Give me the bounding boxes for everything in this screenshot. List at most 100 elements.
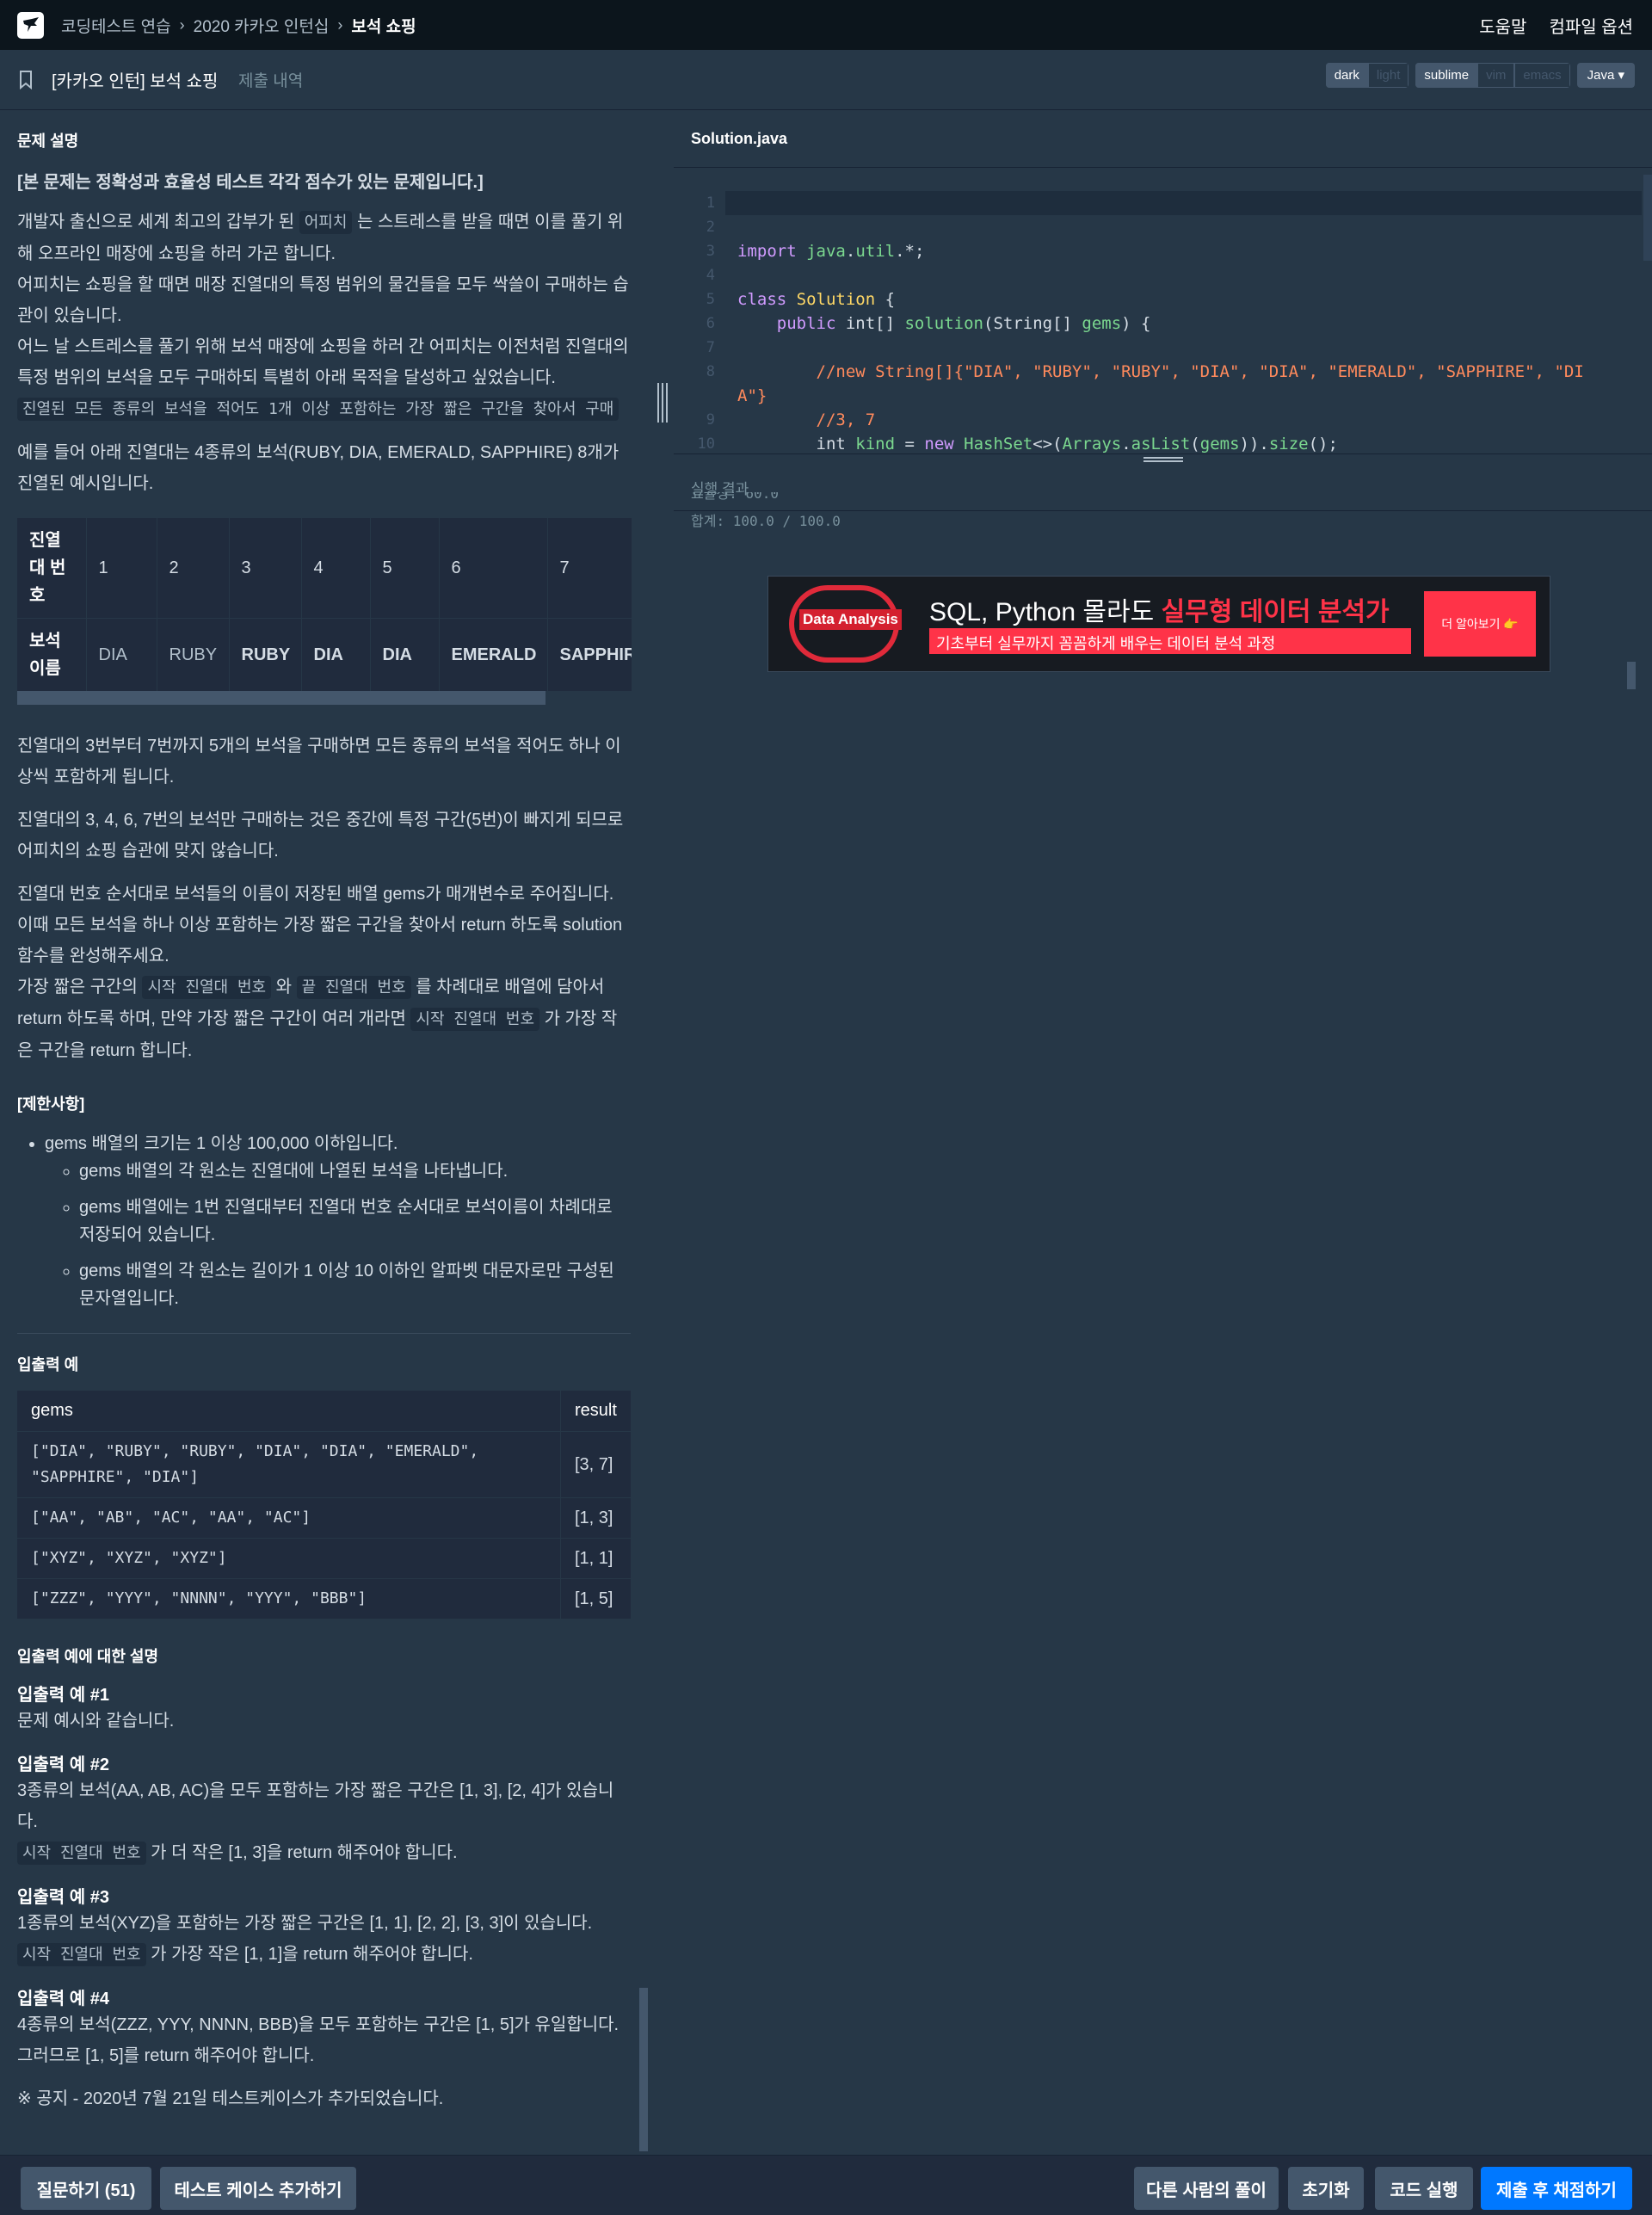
submit-button[interactable]: 제출 후 채점하기 <box>1481 2167 1632 2210</box>
paragraph: 시작 진열대 번호 가 더 작은 [1, 3]을 return 해주어야 합니다… <box>17 1837 631 1869</box>
example-title: 입출력 예 #3 <box>17 1888 109 1907</box>
ask-question-button[interactable]: 질문하기 (51) <box>21 2167 151 2210</box>
problem-scrollbar[interactable] <box>639 1988 648 2151</box>
result-scrollbar[interactable] <box>1627 662 1636 689</box>
keymap-emacs-button[interactable]: emacs <box>1514 63 1570 88</box>
table-row: ["XYZ", "XYZ", "XYZ"] [1, 1] <box>17 1538 632 1579</box>
breadcrumb-item-coding-test[interactable]: 코딩테스트 연습 <box>61 14 171 37</box>
table-row: ["DIA", "RUBY", "RUBY", "DIA", "DIA", "E… <box>17 1431 632 1498</box>
table-header: gems <box>17 1391 561 1432</box>
theme-light-button[interactable]: light <box>1367 63 1409 88</box>
gem-table-wrapper: 진열대 번호 1 2 3 4 5 6 7 보석 이름 DIA RUBY RUBY… <box>17 499 632 691</box>
table-scrollbar[interactable] <box>17 691 546 705</box>
example-title: 입출력 예 #4 <box>17 1990 109 2008</box>
table-row: ["AA", "AB", "AC", "AA", "AC"] [1, 3] <box>17 1497 632 1539</box>
list-item: gems 배열에는 1번 진열대부터 진열대 번호 순서대로 보석이름이 차례대… <box>79 1194 631 1249</box>
table-cell: ["ZZZ", "YYY", "NNNN", "YYY", "BBB"] <box>17 1578 561 1619</box>
breadcrumb-item-kakao-intern[interactable]: 2020 카카오 인턴십 <box>194 14 330 37</box>
io-table: gems result ["DIA", "RUBY", "RUBY", "DIA… <box>17 1391 632 1619</box>
text: 가 가장 작은 [1, 1]을 return 해주어야 합니다. <box>145 1945 473 1964</box>
breadcrumb-item-current: 보석 쇼핑 <box>351 17 416 36</box>
table-header: 보석 이름 <box>17 618 87 691</box>
chevron-right-icon: › <box>337 15 343 34</box>
table-cell: 2 <box>157 518 230 619</box>
editor-panel: Solution.java 1 2 3 import java.util.*; 4… <box>674 110 1652 692</box>
breadcrumb: 코딩테스트 연습 › 2020 카카오 인턴십 › 보석 쇼핑 <box>61 14 416 37</box>
line-number: 5 <box>706 291 715 308</box>
table-cell: 5 <box>370 518 440 619</box>
result-title: 실행 결과 <box>674 463 1652 511</box>
compile-options-link[interactable]: 컴파일 옵션 <box>1549 13 1633 38</box>
table-cell: RUBY <box>157 618 230 691</box>
inline-code: 진열된 모든 종류의 보석을 적어도 1개 이상 포함하는 가장 짧은 구간을 … <box>17 398 620 421</box>
help-link[interactable]: 도움말 <box>1479 13 1526 38</box>
others-solutions-button[interactable]: 다른 사람의 풀이 <box>1134 2167 1279 2210</box>
ad-logo-text: Data Analysis <box>799 609 902 630</box>
tab-problem[interactable]: [카카오 인턴] 보석 쇼핑 <box>52 67 219 114</box>
table-cell: RUBY <box>229 618 302 691</box>
code-editor[interactable]: 1 2 3 import java.util.*; 4 5 class Soluti… <box>674 168 1652 453</box>
inline-code: 끝 진열대 번호 <box>296 976 411 999</box>
add-testcase-button[interactable]: 테스트 케이스 추가하기 <box>160 2167 356 2210</box>
list-item: gems 배열의 각 원소는 길이가 1 이상 10 이하인 알파벳 대문자로만… <box>79 1257 631 1312</box>
programmers-logo[interactable] <box>17 11 44 39</box>
inline-code: 시작 진열대 번호 <box>410 1008 540 1031</box>
keymap-vim-button[interactable]: vim <box>1477 63 1515 88</box>
table-row: 진열대 번호 1 2 3 4 5 6 7 <box>17 518 632 619</box>
table-header: 진열대 번호 <box>17 518 87 619</box>
gem-table: 진열대 번호 1 2 3 4 5 6 7 보석 이름 DIA RUBY RUBY… <box>17 518 632 691</box>
table-cell: 7 <box>547 518 632 619</box>
tab-bar: [카카오 인턴] 보석 쇼핑 제출 내역 dark light sublime … <box>0 50 1652 114</box>
list-item: gems 배열의 각 원소는 진열대에 나열된 보석을 나타냅니다. <box>79 1157 631 1185</box>
table-cell: DIA <box>370 618 440 691</box>
tab-submissions[interactable]: 제출 내역 <box>238 68 303 91</box>
paragraph: 4종류의 보석(ZZZ, YYY, NNNN, BBB)을 모두 포함하는 구간… <box>17 2015 620 2034</box>
result-resize-handle[interactable] <box>674 453 1652 462</box>
caret-down-icon: ▾ <box>1618 68 1624 83</box>
table-cell: SAPPHIRE <box>547 618 632 691</box>
keymap-sublime-button[interactable]: sublime <box>1415 63 1478 88</box>
keymap-toggle: sublime vim emacs <box>1415 63 1570 88</box>
inline-code: 시작 진열대 번호 <box>142 976 272 999</box>
chevron-right-icon: › <box>179 15 185 34</box>
line-number: 7 <box>706 339 715 356</box>
line-number: 6 <box>706 315 715 332</box>
language-select[interactable]: Java ▾ <box>1576 63 1635 88</box>
paragraph: 진열대의 3, 4, 6, 7번의 보석만 구매하는 것은 중간에 특정 구간(… <box>17 811 624 861</box>
table-cell: [1, 3] <box>560 1497 632 1539</box>
result-text: 효율성: 60.0 <box>691 492 779 502</box>
text: 가장 짧은 구간의 <box>17 978 143 996</box>
text: 와 <box>271 978 297 996</box>
theme-dark-button[interactable]: dark <box>1325 63 1368 88</box>
run-code-button[interactable]: 코드 실행 <box>1375 2167 1473 2210</box>
panel-resize-handle[interactable] <box>657 383 668 423</box>
paragraph: 어느 날 스트레스를 풀기 위해 보석 매장에 쇼핑을 하러 간 어피치는 이전… <box>17 337 629 387</box>
table-row: gems result <box>17 1391 632 1432</box>
example-title: 입출력 예 #2 <box>17 1755 109 1774</box>
line-number: 1 <box>706 194 715 212</box>
text: 실무형 데이터 분석가 <box>1161 598 1390 626</box>
line-number: 3 <box>706 243 715 260</box>
table-header: result <box>560 1391 632 1432</box>
table-row: ["ZZZ", "YYY", "NNNN", "YYY", "BBB"] [1,… <box>17 1578 632 1619</box>
text: gems 배열의 크기는 1 이상 100,000 이하입니다. <box>45 1134 398 1153</box>
inline-code: 시작 진열대 번호 <box>17 1943 146 1966</box>
top-navigation: 코딩테스트 연습 › 2020 카카오 인턴십 › 보석 쇼핑 도움말 컴파일 … <box>0 0 1652 50</box>
paragraph: 3종류의 보석(AA, AB, AC)을 모두 포함하는 가장 짧은 구간은 [… <box>17 1781 614 1831</box>
intro-notice: [본 문제는 정확성과 효율성 테스트 각각 점수가 있는 문제입니다.] <box>17 173 484 192</box>
problem-panel[interactable]: 문제 설명 [본 문제는 정확성과 효율성 테스트 각각 점수가 있는 문제입니… <box>0 110 648 2155</box>
line-number: 9 <box>706 411 715 429</box>
editor-filename: Solution.java <box>674 110 1652 168</box>
ad-banner[interactable]: Data Analysis SQL, Python 몰라도 실무형 데이터 분석… <box>767 576 1550 672</box>
paragraph: 문제 예시와 같습니다. <box>17 1712 175 1731</box>
reset-button[interactable]: 초기화 <box>1288 2167 1364 2210</box>
paragraph: 진열된 모든 종류의 보석을 적어도 1개 이상 포함하는 가장 짧은 구간을 … <box>17 393 631 425</box>
ad-learn-more-button[interactable]: 더 알아보기 👉 <box>1424 591 1536 657</box>
editor-scrollbar[interactable] <box>1643 175 1652 261</box>
bookmark-icon[interactable] <box>19 71 33 89</box>
io-title: 입출력 예 <box>17 1356 79 1373</box>
text: SQL, Python 몰라도 <box>929 598 1162 626</box>
language-select-value: Java <box>1587 68 1615 83</box>
table-cell: DIA <box>86 618 157 691</box>
line-number: 10 <box>697 435 715 453</box>
